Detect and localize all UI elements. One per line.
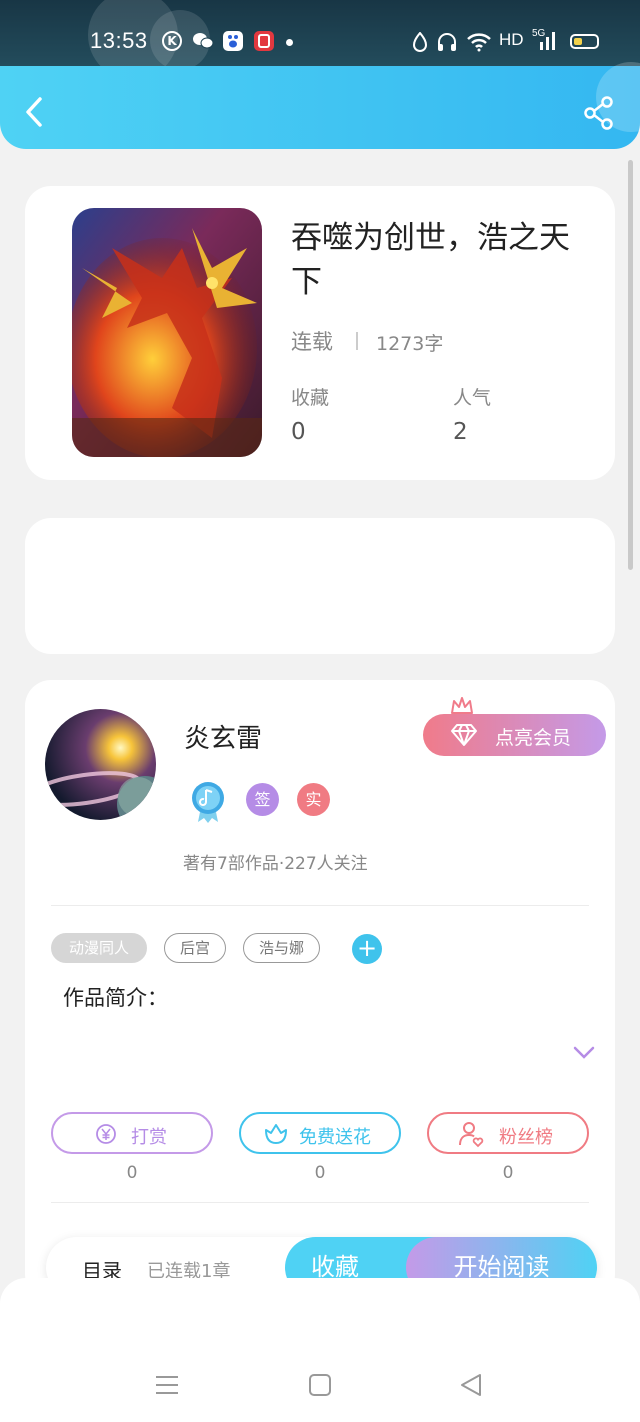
yuan-icon — [95, 1123, 117, 1150]
notification-dot-icon — [286, 39, 293, 46]
battery-icon — [570, 34, 599, 49]
headphone-icon — [436, 32, 458, 56]
fan-ranking-button[interactable]: 粉丝榜 — [427, 1112, 589, 1154]
menu-icon[interactable] — [154, 1372, 180, 1398]
divider — [356, 332, 358, 350]
fan-ranking-label: 粉丝榜 — [499, 1127, 553, 1148]
tag-item[interactable]: 动漫同人 — [51, 933, 147, 963]
status-time: 13:53 — [90, 28, 148, 53]
tag-item[interactable]: 浩与娜 — [243, 933, 320, 963]
reward-button[interactable]: 打赏 — [51, 1112, 213, 1154]
divider — [51, 905, 589, 906]
red-app-icon — [254, 31, 274, 51]
divider — [51, 1202, 589, 1203]
serial-status: 连载 — [291, 330, 333, 354]
top-header — [0, 62, 640, 149]
share-icon[interactable] — [582, 96, 616, 130]
author-meta: 著有7部作品·227人关注 — [183, 854, 368, 874]
vip-member-button[interactable]: 点亮会员 — [423, 714, 606, 756]
signed-badge: 签 — [246, 783, 279, 816]
vip-label: 点亮会员 — [495, 727, 572, 749]
music-badge-icon — [190, 780, 226, 824]
system-nav-bar — [0, 1278, 640, 1422]
user-heart-icon — [457, 1120, 485, 1153]
fans-count: 0 — [502, 1163, 514, 1183]
free-flower-label: 免费送花 — [299, 1127, 371, 1148]
network-type: HD — [499, 30, 524, 49]
baidu-icon — [223, 31, 243, 51]
favorites-label: 收藏 — [291, 387, 330, 409]
favorites-value: 0 — [291, 419, 306, 445]
wechat-icon — [192, 31, 214, 51]
diamond-icon — [449, 723, 479, 752]
flower-icon — [263, 1122, 289, 1151]
chevron-down-icon[interactable] — [573, 1045, 595, 1059]
verified-badge: 实 — [297, 783, 330, 816]
scrollbar[interactable] — [628, 160, 633, 570]
author-avatar[interactable] — [45, 709, 156, 820]
intro-label: 作品简介： — [63, 986, 168, 1010]
reward-count: 0 — [126, 1163, 138, 1183]
k-app-icon: K — [162, 31, 182, 51]
word-count: 1273字 — [376, 333, 444, 355]
blank-card — [25, 518, 615, 654]
author-name[interactable]: 炎玄雷 — [184, 718, 262, 755]
popularity-value: 2 — [453, 419, 468, 445]
wifi-icon — [466, 32, 492, 56]
free-flower-button[interactable]: 免费送花 — [239, 1112, 401, 1154]
location-icon — [412, 31, 428, 56]
tag-item[interactable]: 后宫 — [164, 933, 226, 963]
add-tag-button[interactable]: + — [352, 934, 382, 964]
home-icon[interactable] — [307, 1372, 333, 1398]
back-icon[interactable] — [20, 94, 50, 130]
popularity-label: 人气 — [453, 387, 492, 409]
author-card: 炎玄雷 点亮会员 签 实 著有7部作品·227人关注 动漫同人 后宫 浩与娜 +… — [25, 680, 615, 1300]
status-bar: 13:53 K HD 5G — [0, 0, 640, 80]
back-triangle-icon[interactable] — [458, 1372, 484, 1398]
book-info-card: 吞噬为创世，浩之天下 连载 1273字 收藏 0 人气 2 — [25, 186, 615, 480]
book-title: 吞噬为创世，浩之天下 — [291, 220, 570, 300]
flower-count: 0 — [314, 1163, 326, 1183]
book-cover[interactable] — [72, 208, 262, 457]
reward-label: 打赏 — [131, 1127, 167, 1148]
